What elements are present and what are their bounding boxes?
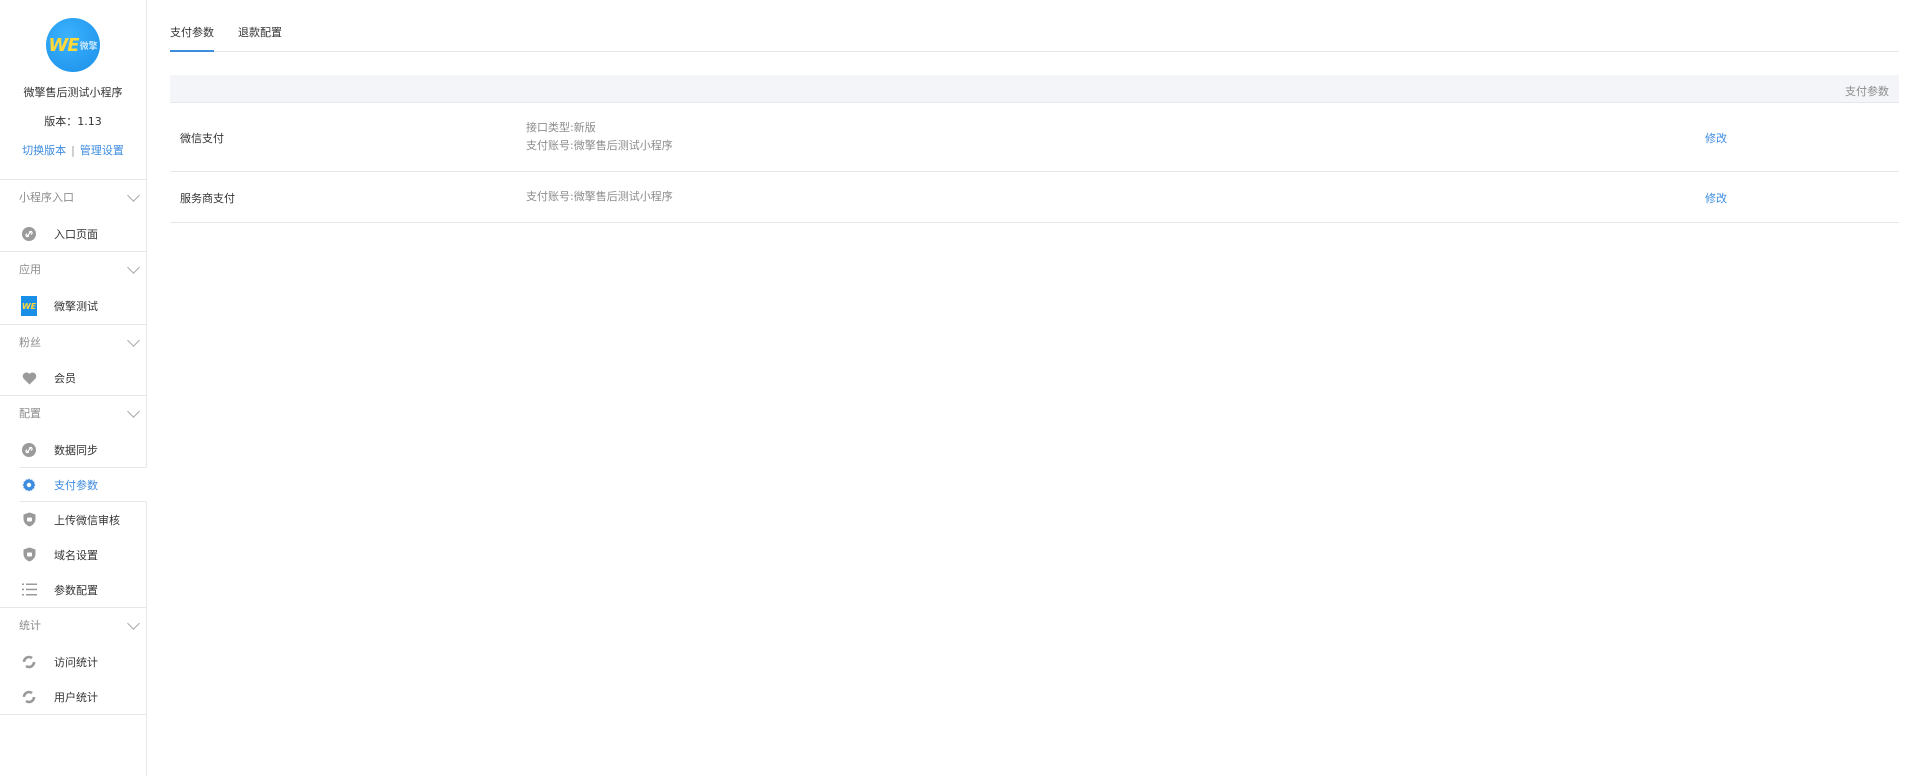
gear-icon <box>21 477 37 493</box>
tab-bar: 支付参数 退款配置 <box>170 0 1899 52</box>
nav-group-header[interactable]: 应用 <box>0 252 146 288</box>
nav-group-title: 小程序入口 <box>19 191 74 204</box>
nav-group-header[interactable]: 小程序入口 <box>0 180 146 216</box>
sidebar-item-label: 域名设置 <box>54 548 98 562</box>
link-separator: | <box>71 144 75 157</box>
sidebar-item-user-stats[interactable]: 用户统计 <box>0 679 146 714</box>
brand-links: 切换版本 | 管理设置 <box>0 142 146 158</box>
nav-group-stats: 统计 访问统计 用户统计 <box>0 608 146 715</box>
sidebar-item-wechat-review[interactable]: 上传微信审核 <box>0 502 146 537</box>
chevron-down-icon <box>127 261 140 274</box>
app-name: 微擎售后测试小程序 <box>23 86 123 99</box>
chevron-down-icon <box>127 334 140 347</box>
sidebar-item-label: 数据同步 <box>54 443 98 457</box>
nav-group-header[interactable]: 统计 <box>0 608 146 644</box>
sidebar-item-label: 微擎测试 <box>54 300 98 313</box>
logo-subtext: 微擎 <box>79 41 98 52</box>
sidebar-item-label: 参数配置 <box>54 583 98 597</box>
sidebar-item-param-config[interactable]: 参数配置 <box>0 572 146 607</box>
payment-name: 服务商支付 <box>180 192 235 205</box>
tab-refund-config[interactable]: 退款配置 <box>238 0 282 51</box>
sidebar: WE 微擎 微擎售后测试小程序 版本：1.13 切换版本 | 管理设置 小程序入口 入… <box>0 0 147 776</box>
payment-detail-line: 支付账号:微擎售后测试小程序 <box>526 139 673 152</box>
nav-group-entry: 小程序入口 入口页面 <box>0 180 146 252</box>
nav-group-config: 配置 数据同步 支付参数 上传微信审核 域名设置 参数配置 <box>0 396 147 608</box>
sidebar-item-label: 用户统计 <box>54 690 98 704</box>
sidebar-item-label: 访问统计 <box>54 655 98 669</box>
chevron-down-icon <box>127 189 140 202</box>
refresh-icon <box>21 654 37 670</box>
sidebar-item-entry-page[interactable]: 入口页面 <box>0 216 146 251</box>
app-thumbnail-icon: WE <box>21 296 37 316</box>
sidebar-item-label: 支付参数 <box>54 478 98 492</box>
main-content: 支付参数 退款配置 支付参数 微信支付 接口类型:新版 支付账号:微擎售后测试小… <box>170 0 1899 223</box>
table-header: 支付参数 <box>170 75 1899 103</box>
payment-detail: 支付账号:微擎售后测试小程序 <box>526 190 673 204</box>
payment-table: 支付参数 微信支付 接口类型:新版 支付账号:微擎售后测试小程序 修改 服务商支… <box>170 75 1899 223</box>
sidebar-item-label: 入口页面 <box>54 227 98 241</box>
table-header-label: 支付参数 <box>1845 85 1889 98</box>
nav-group-title: 粉丝 <box>19 336 41 349</box>
payment-detail-line: 接口类型:新版 <box>526 121 596 134</box>
nav-group-title: 应用 <box>19 263 41 276</box>
nav-group-fans: 粉丝 会员 <box>0 325 146 396</box>
nav-group-title: 配置 <box>19 407 41 420</box>
edit-link[interactable]: 修改 <box>1705 190 1727 206</box>
heart-icon <box>21 370 37 386</box>
sidebar-item-label: 上传微信审核 <box>54 513 120 527</box>
table-row-service-provider-pay: 服务商支付 支付账号:微擎售后测试小程序 修改 <box>170 172 1899 223</box>
sidebar-item-members[interactable]: 会员 <box>0 361 146 395</box>
app-logo: WE 微擎 <box>46 18 100 72</box>
sidebar-item-domain-settings[interactable]: 域名设置 <box>0 537 146 572</box>
refresh-icon <box>21 689 37 705</box>
sidebar-item-visit-stats[interactable]: 访问统计 <box>0 644 146 679</box>
chevron-down-icon <box>127 617 140 630</box>
payment-detail: 接口类型:新版 支付账号:微擎售后测试小程序 <box>526 119 673 155</box>
nav-group-header[interactable]: 配置 <box>0 396 146 432</box>
edit-link[interactable]: 修改 <box>1705 130 1727 146</box>
sidebar-item-weqing-test[interactable]: WE 微擎测试 <box>0 288 146 324</box>
nav-group-title: 统计 <box>19 619 41 632</box>
switch-version-link[interactable]: 切换版本 <box>22 144 66 157</box>
chevron-down-icon <box>127 405 140 418</box>
shield-icon <box>21 547 37 563</box>
payment-detail-line: 支付账号:微擎售后测试小程序 <box>526 190 673 203</box>
app-version: 版本：1.13 <box>44 115 102 128</box>
nav-group-apps: 应用 WE 微擎测试 <box>0 252 146 325</box>
sidebar-item-payment-params[interactable]: 支付参数 <box>0 467 147 502</box>
link-icon <box>21 226 37 242</box>
link-icon <box>21 442 37 458</box>
nav-group-header[interactable]: 粉丝 <box>0 325 146 361</box>
sidebar-item-label: 会员 <box>54 372 76 385</box>
sidebar-item-data-sync[interactable]: 数据同步 <box>0 432 146 467</box>
logo-text: WE <box>48 34 79 56</box>
manage-settings-link[interactable]: 管理设置 <box>80 144 124 157</box>
shield-icon <box>21 512 37 528</box>
tab-payment-params[interactable]: 支付参数 <box>170 0 214 52</box>
payment-name: 微信支付 <box>180 132 224 145</box>
brand-block: WE 微擎 微擎售后测试小程序 版本：1.13 切换版本 | 管理设置 <box>0 18 146 180</box>
list-icon <box>21 582 37 598</box>
table-row-wechat-pay: 微信支付 接口类型:新版 支付账号:微擎售后测试小程序 修改 <box>170 103 1899 172</box>
